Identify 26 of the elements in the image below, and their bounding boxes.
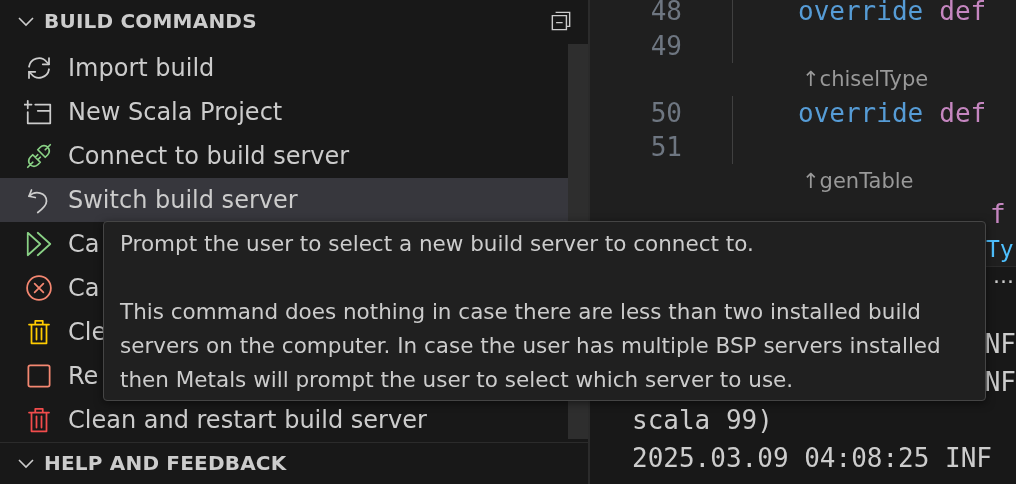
command-label: Clean and restart build server — [68, 406, 427, 434]
terminal-line: NF — [984, 367, 1016, 399]
code-keyword: override — [798, 97, 924, 128]
terminal-line: 2025.03.09 04:08:25 INF — [632, 443, 993, 475]
code-keyword: f — [990, 199, 1006, 230]
code-keyword: def — [939, 0, 987, 27]
command-label: Connect to build server — [68, 142, 350, 170]
code-keyword: def — [939, 97, 987, 128]
line-number: 51 — [649, 132, 682, 163]
terminal-line: scala 99) — [632, 405, 773, 437]
line-number: 48 — [649, 0, 682, 27]
section-title: HELP AND FEEDBACK — [44, 451, 288, 476]
terminal-line: NF — [984, 329, 1016, 361]
command-label: Import build — [68, 54, 215, 82]
command-label: Switch build server — [68, 186, 298, 214]
tooltip-text: Prompt the user to select a new build server to connect to. — [120, 230, 755, 258]
line-number: 50 — [649, 97, 682, 128]
command-label: Ca — [68, 274, 100, 302]
command-label: New Scala Project — [68, 98, 283, 126]
command-label: Ca — [68, 230, 100, 258]
section-title: BUILD COMMANDS — [44, 9, 258, 33]
code-keyword: override — [798, 0, 924, 27]
command-label: Re — [68, 362, 99, 390]
tooltip-text: This command does nothing in case there are less than two installed build servers on the computer. In case the user has multiple BSP servers installed then Metals will prompt the user to select which server to use. — [120, 298, 942, 394]
line-number: 49 — [649, 30, 682, 61]
code-text: Ty — [986, 235, 1014, 262]
